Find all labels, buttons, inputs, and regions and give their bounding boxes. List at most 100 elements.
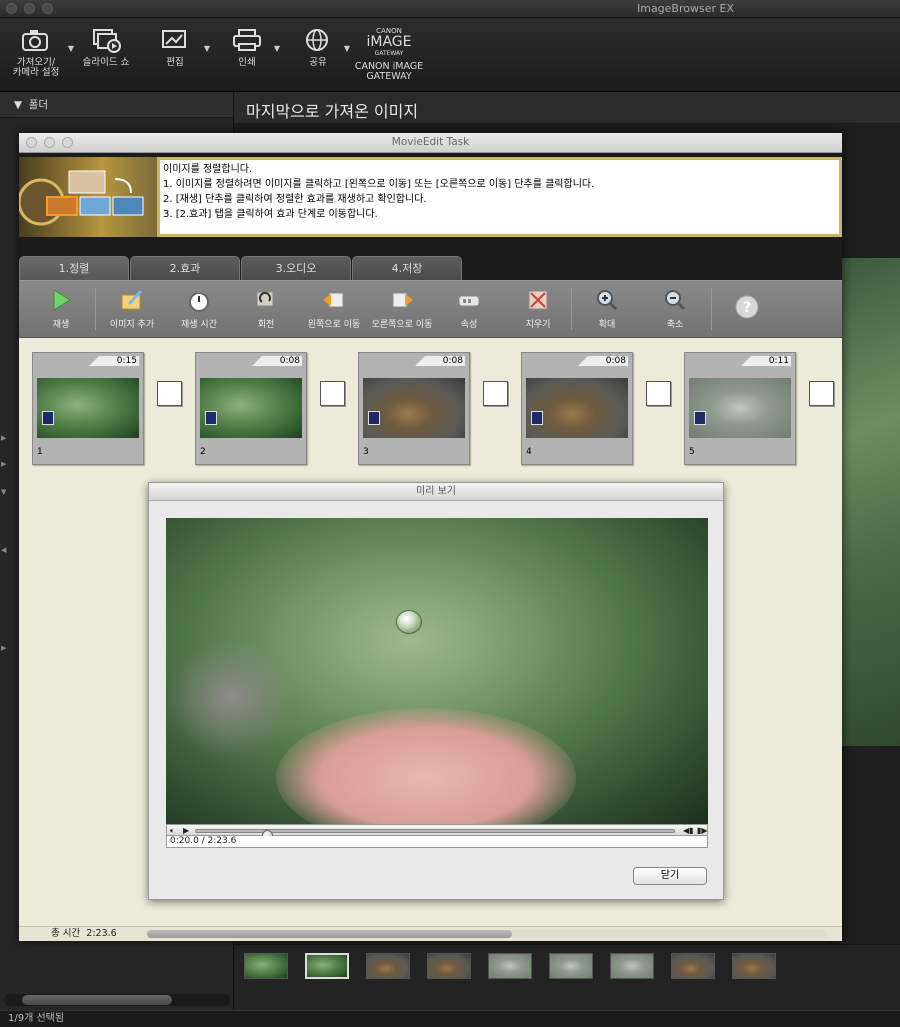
transition-slot[interactable] xyxy=(157,381,182,406)
close-button[interactable]: 닫기 xyxy=(633,867,707,885)
clip-thumbnail[interactable]: 0:15 1 xyxy=(32,352,144,465)
clip-thumbnail[interactable]: 0:08 3 xyxy=(358,352,470,465)
clip-image xyxy=(200,378,302,438)
chevron-right-icon[interactable]: ▶ xyxy=(1,434,6,442)
folder-header[interactable]: ▼ 폴더 xyxy=(0,92,233,118)
movieedit-titlebar: MovieEdit Task xyxy=(19,133,842,153)
chevron-right-icon[interactable]: ▶ xyxy=(1,644,6,652)
movieedit-window: MovieEdit Task 이미지를 정렬합니다. 1. 이미지를 정렬하려면… xyxy=(17,133,842,941)
print-button[interactable]: 인쇄 ▼ xyxy=(224,26,280,68)
volume-icon[interactable]: 🔈︎ xyxy=(170,825,175,836)
sidebar-scrollbar[interactable] xyxy=(4,994,230,1006)
horizontal-scrollbar[interactable] xyxy=(147,930,827,938)
play-icon xyxy=(53,289,71,311)
move-right-button[interactable]: 오른쪽으로 이동 xyxy=(371,288,433,330)
move-left-button[interactable]: 왼쪽으로 이동 xyxy=(305,288,363,330)
edit-button[interactable]: 편집 ▼ xyxy=(150,26,210,68)
filmstrip-thumbnail[interactable] xyxy=(427,953,471,979)
zoom-window-button[interactable] xyxy=(42,3,53,14)
clip-number: 1 xyxy=(37,447,43,457)
filmstrip-thumbnail[interactable] xyxy=(488,953,532,979)
step-forward-icon[interactable]: ▮▶ xyxy=(697,825,708,836)
transition-slot[interactable] xyxy=(320,381,345,406)
clip-duration: 0:15 xyxy=(89,356,139,366)
filmstrip-thumbnail[interactable] xyxy=(244,953,288,979)
chevron-down-icon[interactable]: ▼ xyxy=(344,44,350,54)
clip-thumbnail[interactable]: 0:08 2 xyxy=(195,352,307,465)
play-button[interactable]: 재생 xyxy=(41,288,81,330)
chevron-down-icon[interactable]: ▼ xyxy=(1,488,6,496)
play-duration-button[interactable]: 재생 시간 xyxy=(171,288,227,330)
filmstrip-thumbnail[interactable] xyxy=(671,953,715,979)
tab-audio[interactable]: 3.오디오 xyxy=(241,256,351,280)
window-controls[interactable] xyxy=(26,137,73,148)
clip-number: 4 xyxy=(526,447,532,457)
zoom-window-button[interactable] xyxy=(62,137,73,148)
content-header: 마지막으로 가져온 이미지 xyxy=(234,92,900,124)
import-camera-settings-button[interactable]: 가져오기/ 카메라 설정 ▼ xyxy=(8,26,74,78)
zoom-in-button[interactable]: 확대 xyxy=(589,288,625,330)
app-toolbar: 가져오기/ 카메라 설정 ▼ 슬라이드 쇼 편집 ▼ 인쇄 ▼ 공유 ▼ CAN… xyxy=(0,18,900,92)
filmstrip-thumbnail[interactable] xyxy=(732,953,776,979)
film-icon xyxy=(531,411,543,425)
camera-import-icon xyxy=(22,30,48,51)
minimize-window-button[interactable] xyxy=(24,3,35,14)
instruction-illustration xyxy=(17,157,157,237)
slideshow-button[interactable]: 슬라이드 쇼 xyxy=(78,26,134,68)
toolbar-separator xyxy=(95,288,96,330)
chevron-right-icon[interactable]: ▶ xyxy=(1,460,6,468)
total-time-label: 총 시간 2:23.6 xyxy=(51,928,117,939)
tab-sort[interactable]: 1.정렬 xyxy=(19,256,129,280)
minimize-window-button[interactable] xyxy=(44,137,55,148)
slideshow-icon xyxy=(93,29,121,53)
rotate-button[interactable]: 회전 xyxy=(241,288,291,330)
preview-title: 미리 보기 xyxy=(149,483,723,501)
svg-text:GATEWAY: GATEWAY xyxy=(375,50,404,57)
instruction-line: 이미지를 정렬합니다. xyxy=(163,164,253,175)
play-icon[interactable]: ▶ xyxy=(183,825,189,836)
printer-icon xyxy=(233,29,261,51)
collapse-sidebar-icon[interactable]: ◀ xyxy=(1,546,6,554)
chevron-down-icon[interactable]: ▼ xyxy=(274,44,280,54)
seek-bar[interactable] xyxy=(195,829,675,841)
transition-slot[interactable] xyxy=(809,381,834,406)
help-button[interactable]: ? xyxy=(731,295,763,324)
properties-button[interactable]: 속성 xyxy=(447,288,491,330)
step-back-icon[interactable]: ◀▮ xyxy=(683,825,694,836)
filmstrip-thumbnail[interactable] xyxy=(305,953,349,979)
filmstrip-thumbnail[interactable] xyxy=(366,953,410,979)
instruction-line: 2. [재생] 단추를 클릭하여 정렬한 효과를 재생하고 확인합니다. xyxy=(163,194,427,205)
chevron-down-icon[interactable]: ▼ xyxy=(68,44,74,54)
chevron-down-icon: ▼ xyxy=(14,99,23,111)
film-icon xyxy=(42,411,54,425)
stopwatch-icon xyxy=(189,289,209,312)
clip-timeline: 0:15 1 0:08 2 0:08 3 0:08 4 0:11 5 xyxy=(19,338,842,478)
share-button[interactable]: 공유 ▼ xyxy=(296,26,350,68)
delete-button[interactable]: 지우기 xyxy=(515,288,561,330)
close-window-button[interactable] xyxy=(26,137,37,148)
filmstrip-thumbnail[interactable] xyxy=(610,953,654,979)
filmstrip-thumbnail[interactable] xyxy=(549,953,593,979)
close-window-button[interactable] xyxy=(6,3,17,14)
clip-thumbnail[interactable]: 0:11 5 xyxy=(684,352,796,465)
window-controls[interactable] xyxy=(6,3,53,14)
app-titlebar: ImageBrowser EX xyxy=(0,0,900,18)
chevron-down-icon[interactable]: ▼ xyxy=(204,44,210,54)
rotate-icon xyxy=(256,291,274,307)
tab-effects[interactable]: 2.효과 xyxy=(130,256,240,280)
transition-slot[interactable] xyxy=(483,381,508,406)
clip-image xyxy=(363,378,465,438)
clip-thumbnail[interactable]: 0:08 4 xyxy=(521,352,633,465)
clip-image xyxy=(689,378,791,438)
scrollbar-thumb[interactable] xyxy=(147,930,512,938)
scrollbar-thumb[interactable] xyxy=(22,995,172,1005)
playback-controls: 🔈︎ ▶ ◀▮ ▮▶ xyxy=(166,824,708,841)
tab-save[interactable]: 4.저장 xyxy=(352,256,462,280)
transition-slot[interactable] xyxy=(646,381,671,406)
add-image-button[interactable]: 이미지 추가 xyxy=(103,288,161,330)
film-icon xyxy=(368,411,380,425)
water-drop xyxy=(396,610,422,634)
canon-image-gateway-logo: CANONiMAGEGATEWAY xyxy=(367,27,412,57)
zoom-out-button[interactable]: 축소 xyxy=(657,288,693,330)
canon-image-gateway-button[interactable]: CANON iMAGE GATEWAY CANON iMAGE GATEWAY xyxy=(352,24,426,82)
